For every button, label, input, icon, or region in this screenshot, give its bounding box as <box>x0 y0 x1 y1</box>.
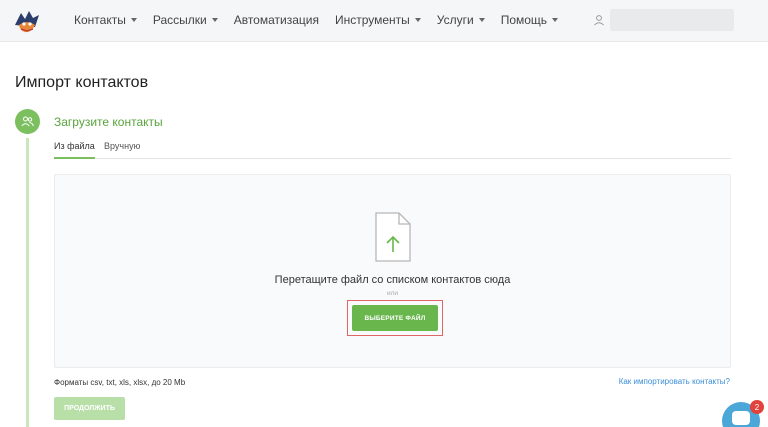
nav-automation[interactable]: Автоматизация <box>234 13 319 27</box>
users-icon <box>21 116 34 127</box>
nav-services[interactable]: Услуги <box>437 13 485 27</box>
supported-formats-note: Форматы csv, txt, xls, xlsx, до 20 Mb <box>54 378 186 387</box>
continue-button[interactable]: ПРОДОЛЖИТЬ <box>54 397 125 420</box>
step-indicator <box>15 109 40 134</box>
nav-campaigns[interactable]: Рассылки <box>153 13 218 27</box>
nav-campaigns-label: Рассылки <box>152 13 207 27</box>
page-title: Импорт контактов <box>15 74 149 91</box>
nav-contacts-label: Контакты <box>74 13 126 27</box>
logo-icon[interactable] <box>11 5 43 37</box>
top-navigation-bar: Контакты Рассылки Автоматизация Инструме… <box>0 0 768 42</box>
nav-contacts[interactable]: Контакты <box>74 13 137 27</box>
nav-tools[interactable]: Инструменты <box>335 13 421 27</box>
chevron-down-icon <box>414 18 421 22</box>
import-help-link[interactable]: Как импортировать контакты? <box>619 377 730 386</box>
account-search-field[interactable] <box>610 9 734 31</box>
nav-help[interactable]: Помощь <box>500 13 559 27</box>
main-menu: Контакты Рассылки Автоматизация Инструме… <box>74 13 574 27</box>
chevron-down-icon <box>211 18 218 22</box>
chevron-down-icon <box>478 18 485 22</box>
step-title: Загрузите контакты <box>54 115 163 129</box>
chevron-down-icon <box>130 18 137 22</box>
tab-from-file[interactable]: Из файла <box>54 141 95 159</box>
nav-tools-label: Инструменты <box>334 13 410 27</box>
chat-unread-badge: 2 <box>750 400 764 414</box>
file-upload-icon <box>375 212 411 262</box>
nav-help-label: Помощь <box>500 13 548 27</box>
choose-file-button[interactable]: ВЫБЕРИТЕ ФАЙЛ <box>352 305 438 331</box>
file-dropzone[interactable]: Перетащите файл со списком контактов сюд… <box>54 174 731 368</box>
dropzone-or-label: или <box>386 290 399 297</box>
step-progress-line <box>26 138 29 427</box>
nav-automation-label: Автоматизация <box>233 13 319 27</box>
chat-bubble-icon <box>732 411 750 425</box>
nav-services-label: Услуги <box>436 13 474 27</box>
chevron-down-icon <box>552 18 559 22</box>
import-method-tabs: Из файла Вручную <box>54 140 731 159</box>
dropzone-instruction: Перетащите файл со списком контактов сюд… <box>274 274 511 286</box>
tab-manual[interactable]: Вручную <box>104 141 140 157</box>
user-icon[interactable] <box>593 14 605 26</box>
